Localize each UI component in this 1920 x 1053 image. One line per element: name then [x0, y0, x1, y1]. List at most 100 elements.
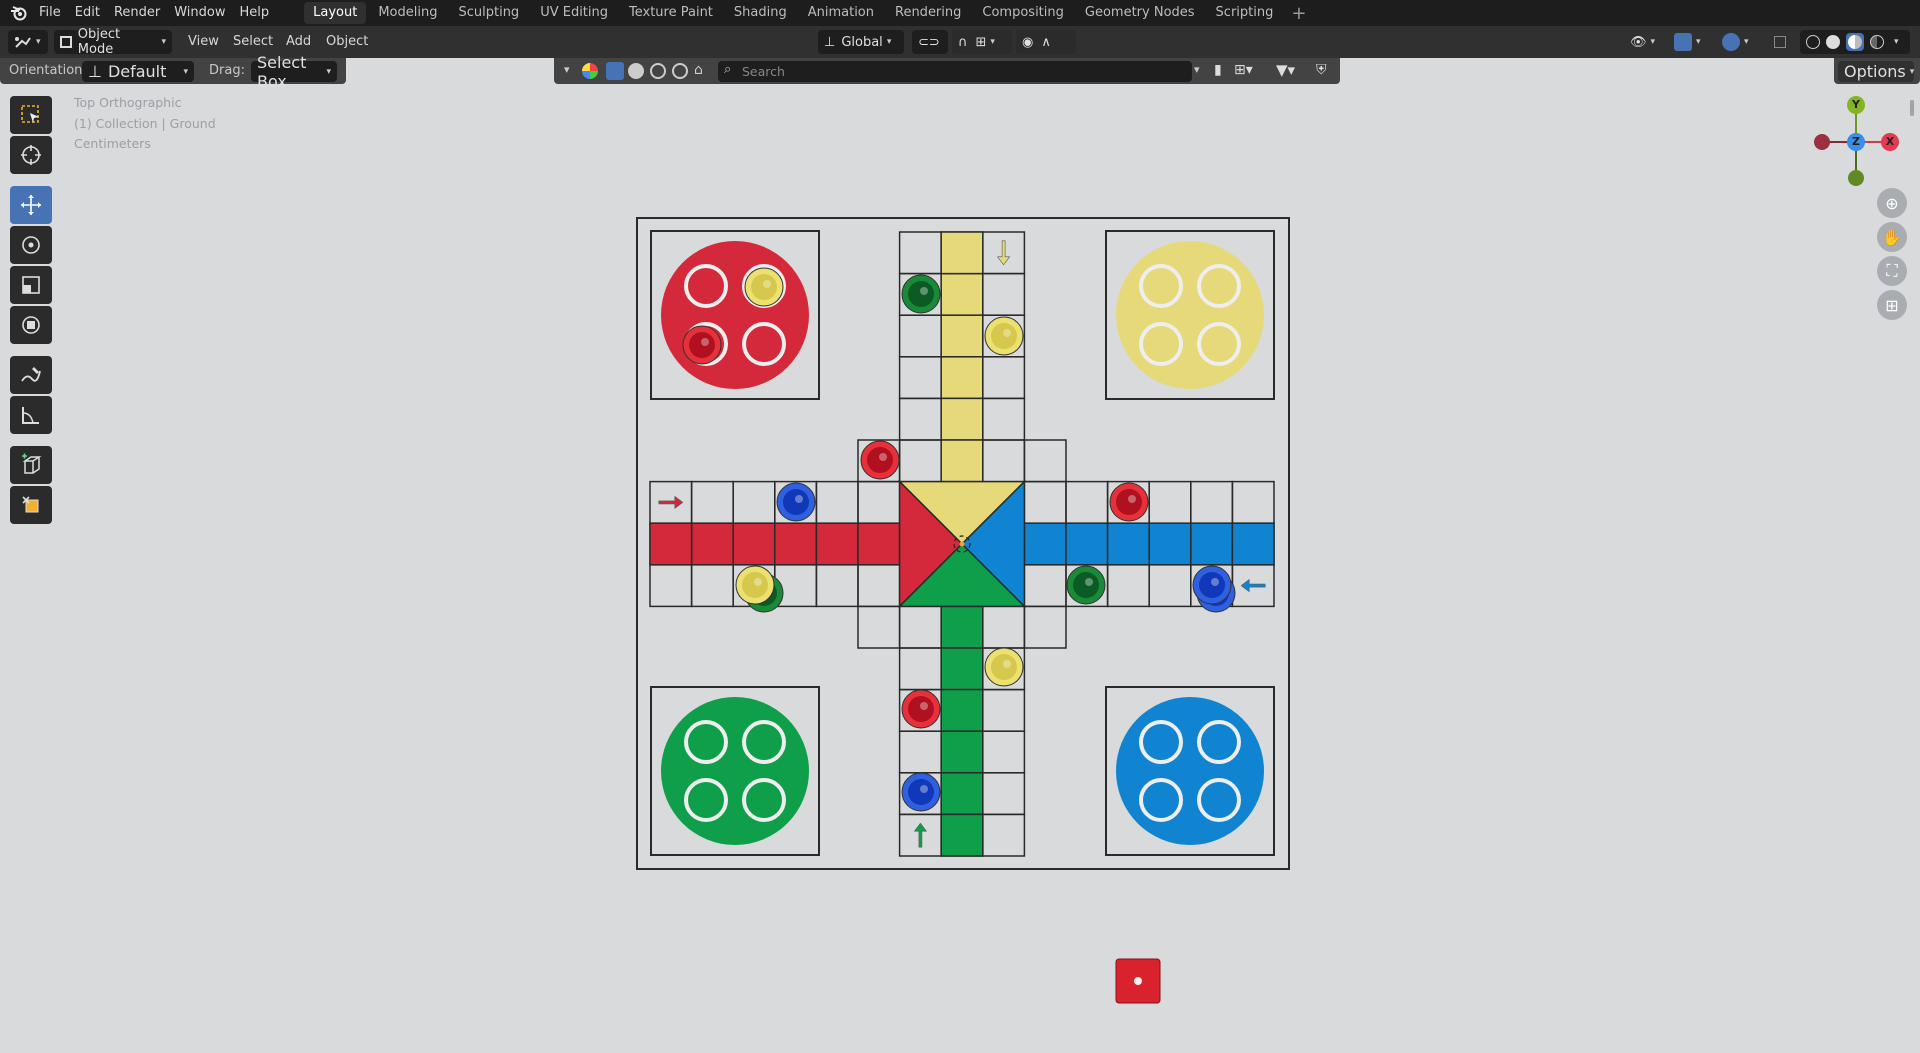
red-start-arrow-icon — [658, 495, 684, 509]
viewport-scrollbar[interactable] — [1910, 100, 1914, 116]
cursor-tool[interactable] — [10, 136, 52, 174]
orientation-dropdown[interactable]: ⊥ Default ▾ — [82, 61, 194, 82]
filter-sphere-icon[interactable] — [628, 63, 644, 79]
tab-animation[interactable]: Animation — [799, 2, 883, 24]
tab-shading[interactable]: Shading — [725, 2, 796, 24]
snapping-group[interactable]: ∩ ⊞ ▾ — [952, 30, 1012, 54]
tab-compositing[interactable]: Compositing — [973, 2, 1073, 24]
proportional-icon: ◉ — [1022, 34, 1034, 50]
track-cell — [1065, 480, 1109, 524]
sort-icon[interactable]: ⊞▾ — [1234, 62, 1253, 78]
track-cell — [1023, 564, 1067, 608]
orientation-axes-icon: ⊥ — [824, 34, 836, 50]
red-base-frame — [650, 230, 820, 400]
green-piece — [901, 274, 941, 314]
track-cell — [940, 231, 984, 275]
track-cell — [982, 647, 1026, 691]
xray-toggle-icon[interactable] — [1770, 30, 1790, 54]
proportional-editing-group[interactable]: ◉ ∧ — [1016, 30, 1076, 54]
menu-object[interactable]: Object — [326, 30, 368, 54]
ortho-button[interactable]: ⊞ — [1877, 290, 1907, 320]
rendered-icon[interactable] — [1870, 35, 1884, 49]
tab-rendering[interactable]: Rendering — [886, 2, 970, 24]
tab-modeling[interactable]: Modeling — [369, 2, 446, 24]
green-base-frame — [650, 686, 820, 856]
material-preview-icon[interactable] — [1846, 33, 1864, 51]
tab-uv-editing[interactable]: UV Editing — [531, 2, 617, 24]
gizmo-dropdown[interactable]: ▾ — [1668, 30, 1712, 54]
mode-label: Object Mode — [77, 27, 121, 57]
tab-sculpting[interactable]: Sculpting — [449, 2, 528, 24]
editor-type-button[interactable]: ▾ — [8, 30, 48, 54]
tab-scripting[interactable]: Scripting — [1207, 2, 1283, 24]
yellow-base-frame — [1105, 230, 1275, 400]
tab-geometry-nodes[interactable]: Geometry Nodes — [1076, 2, 1204, 24]
tab-layout[interactable]: Layout — [304, 2, 367, 24]
green-piece — [744, 573, 784, 613]
add-cube-icon — [22, 453, 42, 474]
blue-piece-shine — [1211, 578, 1219, 586]
move-tool[interactable] — [10, 186, 52, 224]
red-base-slot — [742, 264, 786, 308]
track-cell — [1190, 522, 1234, 566]
track-cell — [940, 688, 984, 732]
shading-mode-group[interactable]: ▾ — [1800, 30, 1910, 54]
rotate-tool[interactable] — [10, 226, 52, 264]
shield-icon[interactable]: ⛨ — [1316, 62, 1327, 78]
color-icon[interactable] — [582, 63, 598, 79]
funnel-icon[interactable]: ▼▾ — [1276, 61, 1295, 79]
search-input[interactable]: ⌕ Search — [718, 61, 1192, 82]
red-piece — [1109, 482, 1149, 522]
yellow-piece-cup — [991, 323, 1017, 349]
options-dropdown[interactable]: Options ▾ — [1838, 61, 1914, 82]
axis-z-label: Z — [1852, 135, 1860, 148]
measure-tool[interactable] — [10, 396, 52, 434]
pan-button[interactable]: ✋ — [1877, 222, 1907, 252]
transform-tool[interactable] — [10, 306, 52, 344]
options-panel: Options ▾ — [1834, 58, 1920, 84]
drag-dropdown[interactable]: Select Box ▾ — [251, 53, 337, 91]
menu-select[interactable]: Select — [233, 30, 273, 54]
bookmark-icon[interactable]: ▮ — [1214, 62, 1222, 78]
filter-scene-icon[interactable]: ⌂ — [694, 62, 703, 78]
solid-icon[interactable] — [1826, 35, 1840, 49]
wireframe-icon[interactable] — [1806, 35, 1820, 49]
filter-object-icon[interactable] — [606, 62, 624, 80]
menu-add[interactable]: Add — [286, 30, 311, 54]
track-cell — [940, 730, 984, 774]
pivot-point-dropdown[interactable]: ⊂⊃ — [912, 30, 948, 54]
add-cube-tool[interactable] — [10, 446, 52, 484]
select-box-tool[interactable] — [10, 96, 52, 134]
3d-cursor-icon — [953, 535, 971, 553]
mode-dropdown[interactable]: Object Mode ▾ — [54, 27, 172, 57]
shading-dropdown-icon[interactable]: ▾ — [1894, 37, 1899, 47]
search-dropdown-icon[interactable]: ▾ — [1194, 63, 1200, 76]
center-green — [897, 542, 1027, 608]
filter-light-icon[interactable] — [650, 63, 666, 79]
menu-help[interactable]: Help — [233, 0, 277, 26]
add-workspace-icon[interactable]: + — [1285, 3, 1312, 24]
overlay-dropdown[interactable]: ▾ — [1716, 30, 1760, 54]
annotate-tool[interactable] — [10, 356, 52, 394]
edit-cube-tool[interactable] — [10, 486, 52, 524]
menu-window[interactable]: Window — [167, 0, 232, 26]
chevron-down-icon[interactable]: ▾ — [564, 63, 570, 76]
search-placeholder: Search — [742, 64, 785, 79]
menu-render[interactable]: Render — [107, 0, 167, 26]
menu-file[interactable]: File — [32, 0, 68, 26]
zoom-button[interactable]: ⊕ — [1877, 188, 1907, 218]
track-cell — [815, 480, 859, 524]
track-cell — [940, 314, 984, 358]
scale-tool[interactable] — [10, 266, 52, 304]
blender-logo-icon[interactable] — [6, 0, 32, 26]
filter-world-icon[interactable] — [672, 63, 688, 79]
visibility-dropdown[interactable]: 👁 ▾ — [1624, 30, 1664, 54]
camera-button[interactable]: ⛶ — [1877, 256, 1907, 286]
menu-view[interactable]: View — [188, 30, 219, 54]
yellow-start-arrow-icon — [996, 240, 1011, 266]
track-cell — [982, 730, 1026, 774]
transform-orientation-dropdown[interactable]: ⊥ Global ▾ — [818, 30, 904, 54]
tab-texture-paint[interactable]: Texture Paint — [620, 2, 722, 24]
green-piece-cup — [908, 281, 934, 307]
menu-edit[interactable]: Edit — [68, 0, 107, 26]
